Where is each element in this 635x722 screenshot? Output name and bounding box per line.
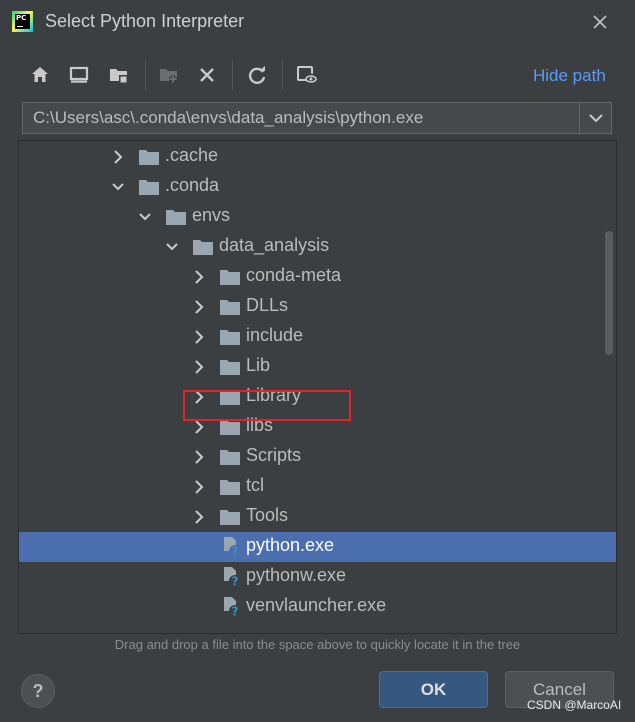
chevron-down-icon[interactable] [111, 179, 125, 195]
tree-folder-item[interactable]: data_analysis [19, 232, 616, 262]
chevron-right-icon[interactable] [192, 329, 206, 345]
tree-folder-item[interactable]: .cache [19, 142, 616, 172]
folder-icon [193, 240, 213, 255]
hide-path-link[interactable]: Hide path [533, 66, 606, 86]
drag-drop-hint: Drag and drop a file into the space abov… [114, 637, 521, 652]
pycharm-logo-icon: PC [12, 11, 33, 32]
tree-item-label: venvlauncher.exe [246, 595, 387, 615]
title-bar: PC Select Python Interpreter [0, 0, 635, 44]
chevron-down-icon[interactable] [165, 239, 179, 255]
folder-icon [220, 510, 240, 525]
refresh-icon[interactable] [246, 64, 268, 86]
toolbar-separator [282, 60, 283, 90]
tree-item-label: include [246, 325, 304, 345]
tree-item-label: conda-meta [246, 265, 342, 285]
tree-file-item[interactable]: ? python.exe [19, 532, 616, 562]
new-folder-icon[interactable] [158, 64, 180, 86]
unknown-file-icon: ? [224, 597, 241, 619]
chevron-right-icon[interactable] [192, 479, 206, 495]
chevron-down-icon[interactable] [138, 209, 152, 225]
ok-button[interactable]: OK [379, 671, 488, 708]
chevron-right-icon[interactable] [192, 509, 206, 525]
tree-folder-item[interactable]: DLLs [19, 292, 616, 322]
tree-item-label: envs [192, 205, 231, 225]
tree-file-item[interactable]: ? pythonw.exe [19, 562, 616, 592]
tree-item-label: pythonw.exe [246, 565, 347, 585]
show-hidden-icon[interactable] [296, 64, 318, 86]
toolbar-separator [232, 60, 233, 90]
tree-item-label: DLLs [246, 295, 289, 315]
folder-icon [139, 150, 159, 165]
tree-item-label: .cache [165, 145, 219, 165]
project-folder-icon[interactable] [108, 64, 130, 86]
help-button[interactable]: ? [21, 674, 55, 708]
path-combobox[interactable] [22, 102, 612, 134]
tree-folder-item[interactable]: .conda [19, 172, 616, 202]
toolbar-separator [145, 60, 146, 90]
unknown-file-icon: ? [224, 537, 241, 559]
file-tree[interactable]: ? venvlauncher.exe? pythonw.exe? python.exe… [18, 140, 617, 634]
chevron-right-icon[interactable] [192, 269, 206, 285]
tree-folder-item[interactable]: Scripts [19, 442, 616, 472]
folder-icon [166, 210, 186, 225]
tree-folder-item[interactable]: envs [19, 202, 616, 232]
unknown-file-icon: ? [224, 567, 241, 589]
folder-icon [139, 180, 159, 195]
tree-folder-item[interactable]: tcl [19, 472, 616, 502]
tree-item-label: data_analysis [219, 235, 330, 255]
tree-folder-item[interactable]: Tools [19, 502, 616, 532]
tree-folder-item[interactable]: include [19, 322, 616, 352]
tree-folder-item[interactable]: conda-meta [19, 262, 616, 292]
chevron-right-icon[interactable] [192, 419, 206, 435]
chevron-down-icon [589, 114, 603, 123]
chevron-right-icon[interactable] [111, 149, 125, 165]
desktop-icon[interactable] [68, 64, 90, 86]
svg-text:?: ? [232, 545, 239, 559]
chevron-right-icon[interactable] [192, 299, 206, 315]
close-icon[interactable] [586, 8, 614, 36]
delete-icon[interactable] [196, 64, 218, 86]
chevron-right-icon[interactable] [192, 449, 206, 465]
tree-item-label: .conda [165, 175, 220, 195]
folder-icon [220, 300, 240, 315]
tree-folder-item[interactable]: Lib [19, 352, 616, 382]
path-input[interactable] [23, 103, 579, 133]
path-dropdown-button[interactable] [579, 103, 612, 133]
tree-scrollbar[interactable] [605, 231, 613, 355]
tree-file-item[interactable]: ? venvlauncher.exe [19, 592, 616, 622]
folder-icon [220, 330, 240, 345]
tree-item-label: Scripts [246, 445, 302, 465]
tree-item-label: Lib [246, 355, 271, 375]
svg-text:?: ? [232, 575, 239, 589]
folder-icon [220, 270, 240, 285]
tree-item-label: Tools [246, 505, 289, 525]
folder-icon [220, 480, 240, 495]
annotation-highlight-box [183, 390, 351, 421]
chevron-right-icon[interactable] [192, 359, 206, 375]
tree-item-label: python.exe [246, 535, 335, 555]
svg-text:?: ? [232, 605, 239, 619]
dialog-title: Select Python Interpreter [45, 11, 245, 31]
tree-item-label: tcl [246, 475, 264, 495]
folder-icon [220, 360, 240, 375]
home-icon[interactable] [29, 64, 51, 86]
watermark: CSDN @MarcoAI [527, 698, 622, 712]
folder-icon [220, 450, 240, 465]
